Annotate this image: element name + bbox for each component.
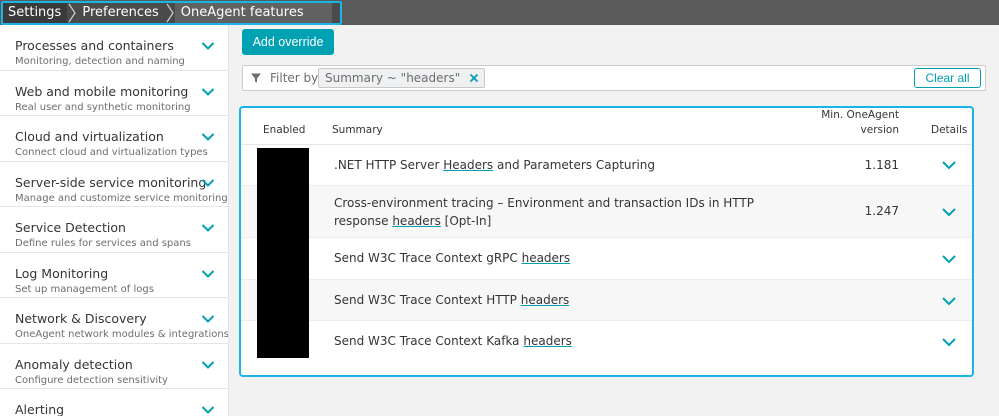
summary-text: Send W3C Trace Context gRPC <box>334 251 522 265</box>
settings-sidebar: Processes and containers Monitoring, det… <box>0 25 229 416</box>
sidebar-item-alerting[interactable]: Alerting <box>0 389 228 416</box>
column-header-details: Details <box>931 124 968 136</box>
chevron-down-icon[interactable] <box>941 160 957 170</box>
sidebar-item-web-mobile[interactable]: Web and mobile monitoring Real user and … <box>0 71 228 116</box>
sidebar-item-subtitle: Connect cloud and virtualization types <box>15 147 208 158</box>
summary-text: Send W3C Trace Context Kafka <box>334 334 524 348</box>
chevron-down-icon[interactable] <box>201 132 215 142</box>
redacted-enabled-toggles <box>257 148 309 358</box>
filter-bar[interactable]: Filter by Summary ~ "headers" Clear all <box>242 65 986 91</box>
row-summary: Send W3C Trace Context gRPC headers <box>334 249 794 267</box>
clear-all-button[interactable]: Clear all <box>914 68 981 88</box>
sidebar-item-service-detection[interactable]: Service Detection Define rules for servi… <box>0 207 228 253</box>
filter-chip-text: Summary ~ "headers" <box>325 71 461 85</box>
table-header: Enabled Summary Min. OneAgent version De… <box>241 108 972 145</box>
row-summary: Cross-environment tracing – Environment … <box>334 194 794 230</box>
summary-highlight: headers <box>521 251 571 265</box>
chevron-down-icon[interactable] <box>201 41 215 51</box>
features-table: Enabled Summary Min. OneAgent version De… <box>239 106 974 377</box>
table-row[interactable]: Cross-environment tracing – Environment … <box>241 186 972 238</box>
close-icon[interactable] <box>469 73 479 83</box>
summary-highlight: headers <box>520 293 570 307</box>
sidebar-item-title: Service Detection <box>15 220 126 235</box>
sidebar-item-server-side[interactable]: Server-side service monitoring Manage an… <box>0 162 228 207</box>
sidebar-item-title: Network & Discovery <box>15 311 147 326</box>
main-content: Add override Filter by Summary ~ "header… <box>229 25 999 416</box>
row-summary: Send W3C Trace Context HTTP headers <box>334 291 794 309</box>
table-row[interactable]: Send W3C Trace Context Kafka headers <box>241 321 972 363</box>
breadcrumb-separator-icon <box>67 3 77 23</box>
row-version: 1.247 <box>864 204 899 218</box>
column-header-enabled[interactable]: Enabled <box>263 124 305 136</box>
column-header-version[interactable]: Min. OneAgent version <box>819 108 899 138</box>
sidebar-item-subtitle: Manage and customize service monitoring <box>15 192 228 204</box>
sidebar-item-subtitle: Define rules for services and spans <box>15 238 191 249</box>
filter-icon <box>251 73 261 83</box>
chevron-down-icon[interactable] <box>941 254 957 264</box>
sidebar-item-subtitle: OneAgent network modules & integrations <box>15 329 229 340</box>
sidebar-item-anomaly-detection[interactable]: Anomaly detection Configure detection se… <box>0 344 228 389</box>
summary-text: [Opt-In] <box>440 214 492 228</box>
filter-chip[interactable]: Summary ~ "headers" <box>318 68 486 88</box>
chevron-down-icon[interactable] <box>941 296 957 306</box>
sidebar-item-title: Log Monitoring <box>15 265 109 281</box>
chevron-down-icon[interactable] <box>201 405 215 415</box>
summary-text: and Parameters Capturing <box>493 158 656 172</box>
sidebar-item-title: Processes and containers <box>15 38 174 53</box>
chevron-down-icon[interactable] <box>941 337 957 347</box>
add-override-button[interactable]: Add override <box>242 29 334 55</box>
sidebar-item-title: Server-side service monitoring <box>15 174 207 190</box>
sidebar-item-subtitle: Configure detection sensitivity <box>15 374 168 386</box>
breadcrumb: Settings Preferences OneAgent features <box>1 1 342 25</box>
breadcrumb-separator-icon <box>165 3 175 23</box>
chevron-down-icon[interactable] <box>201 269 215 279</box>
summary-highlight: headers <box>523 334 572 348</box>
filter-label: Filter by <box>270 71 319 85</box>
sidebar-item-network-discovery[interactable]: Network & Discovery OneAgent network mod… <box>0 298 228 344</box>
sidebar-item-title: Web and mobile monitoring <box>15 83 189 99</box>
chevron-down-icon[interactable] <box>201 360 215 370</box>
sidebar-item-log-monitoring[interactable]: Log Monitoring Set up management of logs <box>0 253 228 298</box>
sidebar-item-processes[interactable]: Processes and containers Monitoring, det… <box>0 25 228 71</box>
column-header-version-line1: Min. OneAgent <box>821 109 899 121</box>
breadcrumb-oneagent-features[interactable]: OneAgent features <box>174 3 332 23</box>
sidebar-item-title: Alerting <box>15 402 65 416</box>
summary-highlight: headers <box>392 214 441 228</box>
summary-text: .NET HTTP Server <box>334 158 444 172</box>
sidebar-item-subtitle: Set up management of logs <box>15 283 154 295</box>
row-summary: .NET HTTP Server Headers and Parameters … <box>334 156 794 174</box>
top-bar: Settings Preferences OneAgent features <box>0 0 999 25</box>
table-row[interactable]: .NET HTTP Server Headers and Parameters … <box>241 145 972 186</box>
sidebar-item-subtitle: Real user and synthetic monitoring <box>15 101 191 113</box>
breadcrumb-preferences[interactable]: Preferences <box>77 3 164 23</box>
column-header-summary[interactable]: Summary <box>332 124 383 136</box>
breadcrumb-settings[interactable]: Settings <box>3 3 68 23</box>
chevron-down-icon[interactable] <box>201 223 215 233</box>
chevron-down-icon[interactable] <box>941 207 957 217</box>
sidebar-item-title: Anomaly detection <box>15 356 133 372</box>
row-summary: Send W3C Trace Context Kafka headers <box>334 332 794 350</box>
chevron-down-icon[interactable] <box>201 314 215 324</box>
sidebar-item-title: Cloud and virtualization <box>15 129 164 144</box>
column-header-version-line2: version <box>860 124 899 136</box>
row-version: 1.181 <box>864 158 899 172</box>
chevron-down-icon[interactable] <box>201 178 215 188</box>
summary-text: Send W3C Trace Context HTTP <box>334 293 521 307</box>
summary-highlight: Headers <box>443 158 494 172</box>
sidebar-item-cloud[interactable]: Cloud and virtualization Connect cloud a… <box>0 116 228 162</box>
table-row[interactable]: Send W3C Trace Context gRPC headers <box>241 238 972 280</box>
table-row[interactable]: Send W3C Trace Context HTTP headers <box>241 280 972 321</box>
sidebar-item-subtitle: Monitoring, detection and naming <box>15 56 185 67</box>
chevron-down-icon[interactable] <box>201 87 215 97</box>
